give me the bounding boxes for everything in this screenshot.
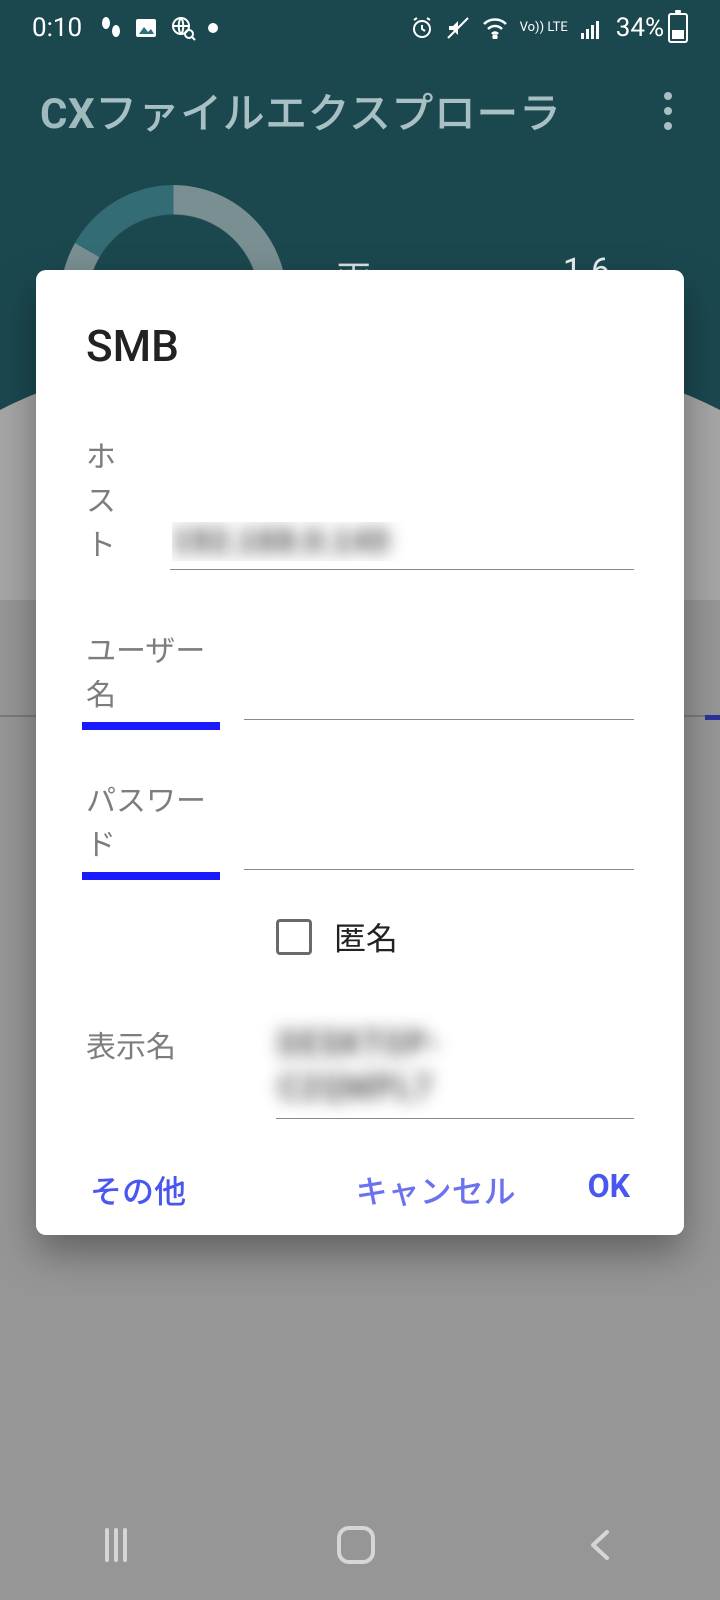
- dialog-actions: その他 キャンセル OK: [86, 1119, 634, 1221]
- battery-indicator: 34%: [616, 13, 688, 43]
- anonymous-label: 匿名: [334, 914, 398, 960]
- battery-icon: [668, 13, 688, 43]
- password-label: パスワード: [86, 776, 216, 870]
- username-label: ユーザー名: [86, 626, 216, 720]
- field-row-username: ユーザー名: [86, 626, 634, 720]
- field-row-host: ホスト: [86, 432, 634, 570]
- volte-label: Vo)) LTE: [520, 22, 568, 34]
- ok-button[interactable]: OK: [584, 1159, 634, 1221]
- globe-search-icon: [170, 15, 196, 41]
- username-input[interactable]: [244, 671, 634, 720]
- smb-dialog: SMB ホスト ユーザー名 パスワード 匿名 表示名 DESKTOP- C2QM…: [36, 270, 684, 1235]
- host-label: ホスト: [86, 432, 142, 570]
- nav-recent-button[interactable]: [105, 1528, 127, 1562]
- dialog-title: SMB: [86, 320, 634, 372]
- notification-dot-icon: [208, 23, 218, 33]
- app-brand: CX: [40, 90, 95, 139]
- app-title-rest: ファイルエクスプローラ: [95, 90, 561, 139]
- field-row-password: パスワード: [86, 776, 634, 870]
- field-row-displayname: 表示名 DESKTOP- C2QMPL7: [86, 1016, 634, 1119]
- app-title: CXファイルエクスプローラ: [40, 80, 561, 141]
- status-clock: 0:10: [32, 13, 82, 43]
- status-bar: 0:10 Vo)) LTE 34%: [0, 0, 720, 56]
- displayname-label: 表示名: [86, 1016, 248, 1072]
- signal-icon: [580, 17, 604, 39]
- overflow-menu-button[interactable]: [656, 84, 680, 138]
- vibrate-mute-icon: [446, 16, 470, 40]
- footsteps-icon: [100, 16, 122, 40]
- host-input[interactable]: [170, 516, 634, 570]
- wifi-icon: [482, 17, 508, 39]
- image-icon: [134, 16, 158, 40]
- password-input[interactable]: [244, 821, 634, 870]
- anonymous-checkbox[interactable]: [276, 919, 312, 955]
- alarm-icon: [410, 16, 434, 40]
- anonymous-row[interactable]: 匿名: [276, 914, 634, 960]
- displayname-input[interactable]: DESKTOP- C2QMPL7: [276, 1016, 634, 1119]
- battery-percent: 34%: [616, 13, 664, 43]
- app-header: CXファイルエクスプローラ: [0, 80, 720, 141]
- cancel-button[interactable]: キャンセル: [352, 1159, 520, 1221]
- system-nav-bar: [0, 1490, 720, 1600]
- nav-home-button[interactable]: [337, 1526, 375, 1564]
- nav-back-button[interactable]: [585, 1528, 615, 1562]
- more-button[interactable]: その他: [86, 1159, 190, 1221]
